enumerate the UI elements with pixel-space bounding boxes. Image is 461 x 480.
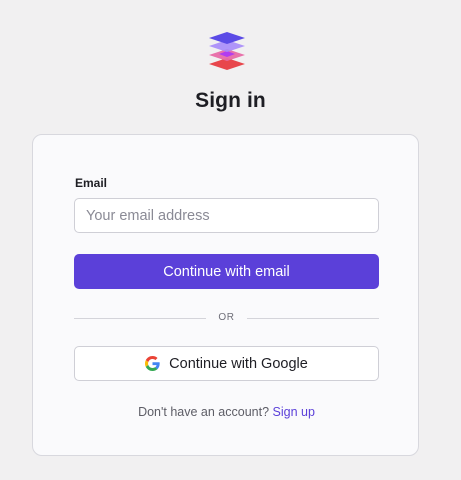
email-field[interactable] [74, 198, 379, 233]
page-title: Sign in [195, 89, 266, 112]
stacked-layers-logo-icon [209, 32, 245, 70]
google-g-icon [145, 356, 160, 371]
or-divider: OR [74, 311, 379, 325]
signup-prompt-text: Don't have an account? [138, 405, 270, 419]
google-button-label: Continue with Google [169, 355, 308, 372]
continue-with-email-button[interactable]: Continue with email [74, 254, 379, 289]
email-label: Email [75, 176, 108, 190]
continue-with-google-button[interactable]: Continue with Google [74, 346, 379, 381]
signup-prompt: Don't have an account? Sign up [33, 404, 420, 420]
sign-up-link[interactable]: Sign up [273, 405, 315, 419]
divider-line-right [247, 318, 379, 319]
sign-in-card: Email Continue with email OR Continue wi… [32, 134, 419, 456]
